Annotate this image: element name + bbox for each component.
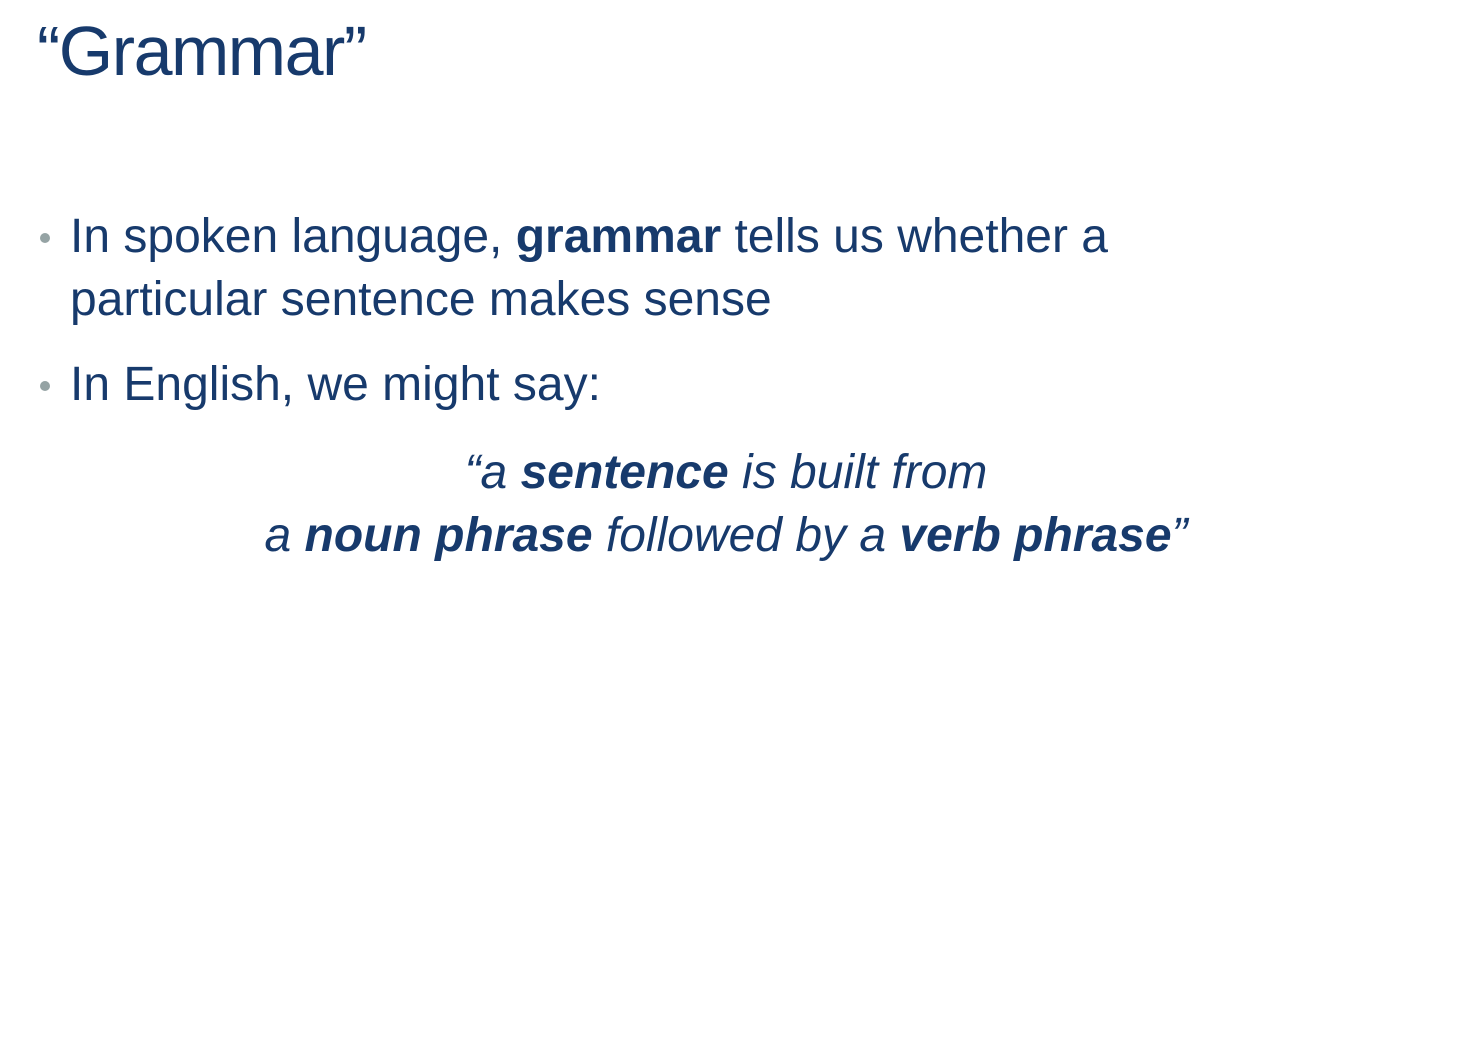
quote-rest: is built from [728, 446, 988, 499]
quote-line-1: “a sentence is built from [0, 441, 1452, 504]
bullet-marker [40, 381, 50, 391]
quote-keyword-verb-phrase: verb phrase [899, 509, 1172, 562]
bullet-text-before: In spoken language, [70, 210, 516, 263]
bullet-item-english: In English, we might say: [0, 353, 1472, 416]
bullet-keyword-grammar: grammar [515, 210, 722, 263]
bullet-text: In English, we might say: [70, 358, 601, 411]
bullet-text-after: tells us whether a [721, 210, 1108, 263]
quote-open: “a [464, 446, 521, 499]
slide: “Grammar” In spoken language, grammar te… [0, 0, 1472, 1060]
bullet-list: In spoken language, grammar tells us whe… [0, 205, 1472, 416]
slide-title: “Grammar” [37, 12, 367, 90]
bullet-marker [40, 233, 50, 243]
bullet-text: In spoken language, grammar tells us whe… [70, 210, 1108, 326]
quote-mid: followed by a [592, 509, 900, 562]
quote-pre: a [264, 509, 305, 562]
quote-close: ” [1171, 509, 1188, 562]
quote-keyword-noun-phrase: noun phrase [304, 509, 593, 562]
grammar-rule-quote: “a sentence is built from a noun phrase … [0, 441, 1452, 567]
bullet-item-grammar: In spoken language, grammar tells us whe… [0, 205, 1472, 331]
bullet-text-line2: particular sentence makes sense [70, 273, 772, 326]
quote-line-2: a noun phrase followed by a verb phrase” [0, 504, 1452, 567]
quote-keyword-sentence: sentence [520, 446, 729, 499]
